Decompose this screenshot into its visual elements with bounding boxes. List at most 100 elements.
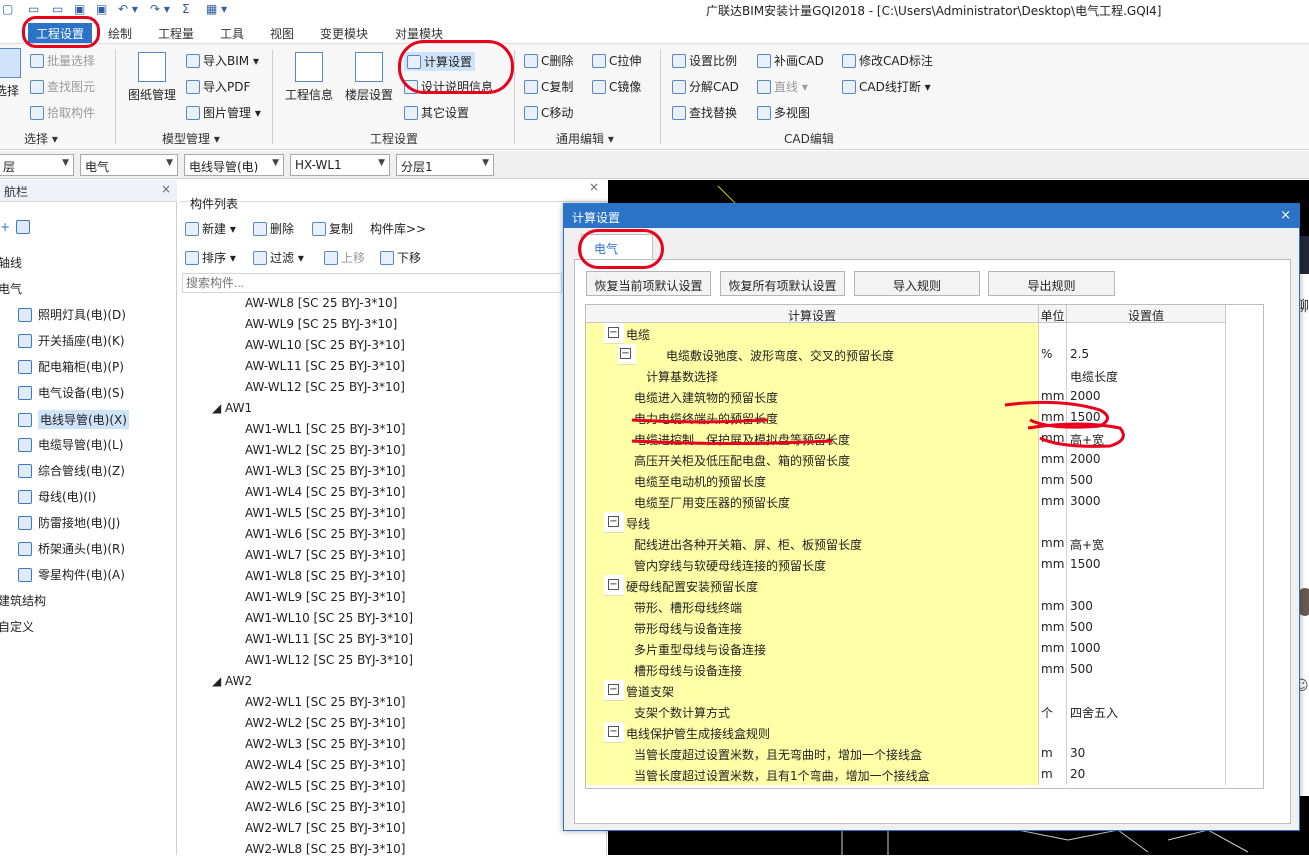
select-button[interactable]: 选择 (0, 48, 22, 99)
delete-component-button[interactable]: 删除 (253, 220, 294, 237)
tree-item[interactable]: AW1-WL2 [SC 25 BYJ-3*10] (245, 443, 405, 457)
settings-row[interactable]: 计算基数选择 电缆长度 (586, 365, 1226, 386)
tree-group[interactable]: ◢ AW2 (212, 674, 252, 688)
c-mirror-button[interactable]: C镜像 (592, 78, 641, 95)
setting-value[interactable]: 2000 (1067, 449, 1226, 470)
import-pdf-button[interactable]: 导入PDF (186, 78, 250, 95)
move-down-button[interactable]: 下移 (380, 249, 421, 266)
import-rules-button[interactable]: 导入规则 (854, 271, 980, 296)
type-select[interactable]: 电线导管(电) ▼ (184, 154, 284, 176)
close-icon[interactable]: × (589, 180, 599, 194)
break-cad-line-button[interactable]: CAD线打断 ▾ (842, 78, 931, 95)
setting-value[interactable]: 高+宽 (1067, 533, 1226, 554)
tree-item[interactable]: AW-WL9 [SC 25 BYJ-3*10] (245, 317, 397, 331)
tree-item[interactable]: AW1-WL8 [SC 25 BYJ-3*10] (245, 569, 405, 583)
edit-group-label[interactable]: 通用编辑 ▾ (556, 130, 614, 147)
tree-item[interactable]: AW-WL8 [SC 25 BYJ-3*10] (245, 296, 397, 310)
find-element-button[interactable]: 查找图元 (30, 78, 95, 95)
nav-item[interactable]: 建筑结构 (0, 592, 46, 609)
settings-row[interactable]: 带形母线与设备连接 mm 500 (586, 617, 1226, 638)
model-group-label[interactable]: 模型管理 ▾ (162, 130, 220, 147)
settings-row[interactable]: − 导线 (586, 512, 1226, 533)
sort-button[interactable]: 排序 ▾ (185, 249, 236, 266)
settings-row[interactable]: 电缆进入建筑物的预留长度 mm 2000 (586, 386, 1226, 407)
layer-select[interactable]: 分层1 ▼ (396, 154, 494, 176)
nav-item[interactable]: 开关插座(电)(K) (18, 332, 125, 349)
export-rules-button[interactable]: 导出规则 (988, 271, 1115, 296)
c-copy-button[interactable]: C复制 (524, 78, 573, 95)
nav-item[interactable]: 电缆导管(电)(L) (18, 436, 123, 453)
tree-item[interactable]: AW2-WL6 [SC 25 BYJ-3*10] (245, 800, 405, 814)
settings-row[interactable]: − 管道支架 (586, 680, 1226, 701)
settings-row[interactable]: − 硬母线配置安装预留长度 (586, 575, 1226, 596)
tree-item[interactable]: AW1-WL7 [SC 25 BYJ-3*10] (245, 548, 405, 562)
new-component-button[interactable]: 新建 ▾ (185, 220, 236, 237)
copy-component-button[interactable]: 复制 (312, 220, 353, 237)
nav-item[interactable]: 零星构件(电)(A) (18, 566, 125, 583)
tree-item[interactable]: AW1-WL3 [SC 25 BYJ-3*10] (245, 464, 405, 478)
setting-value[interactable]: 20 (1067, 764, 1226, 785)
setting-value[interactable] (1067, 680, 1226, 701)
import-bim-button[interactable]: 导入BIM ▾ (186, 52, 259, 69)
collapse-icon[interactable]: − (608, 726, 619, 737)
line-button[interactable]: 直线 ▾ (757, 78, 808, 95)
save-icon[interactable]: ▣ (74, 2, 85, 16)
nav-item[interactable]: 轴线 (0, 254, 22, 271)
setting-value[interactable] (1067, 575, 1226, 596)
setting-value[interactable]: 2.5 (1067, 344, 1226, 365)
c-delete-button[interactable]: C删除 (524, 52, 573, 69)
collapse-icon[interactable]: − (620, 348, 631, 359)
setting-value[interactable]: 300 (1067, 596, 1226, 617)
modify-cad-dimension-button[interactable]: 修改CAD标注 (842, 52, 933, 69)
settings-row[interactable]: 高压开关柜及低压配电盘、箱的预留长度 mm 2000 (586, 449, 1226, 470)
setting-value[interactable]: 500 (1067, 659, 1226, 680)
c-move-button[interactable]: C移动 (524, 104, 573, 121)
nav-item[interactable]: 自定义 (0, 618, 34, 635)
filter-button[interactable]: 过滤 ▾ (253, 249, 304, 266)
setting-value[interactable]: 2000 (1067, 386, 1226, 407)
c-stretch-button[interactable]: C拉伸 (592, 52, 641, 69)
find-replace-button[interactable]: 查找替换 (672, 104, 737, 121)
close-icon[interactable]: × (161, 182, 171, 196)
setting-value[interactable]: 500 (1067, 470, 1226, 491)
tree-item[interactable]: AW2-WL5 [SC 25 BYJ-3*10] (245, 779, 405, 793)
settings-row[interactable]: 配线进出各种开关箱、屏、柜、板预留长度 mm 高+宽 (586, 533, 1226, 554)
setting-value[interactable] (1067, 722, 1226, 743)
tree-group[interactable]: ◢ AW1 (212, 401, 252, 415)
tab-view[interactable]: 视图 (262, 23, 302, 43)
settings-row[interactable]: − 电缆 (586, 323, 1226, 344)
tree-item[interactable]: AW2-WL7 [SC 25 BYJ-3*10] (245, 821, 405, 835)
settings-row[interactable]: 电缆至电动机的预留长度 mm 500 (586, 470, 1226, 491)
explode-cad-button[interactable]: 分解CAD (672, 78, 739, 95)
redraw-cad-button[interactable]: 补画CAD (757, 52, 824, 69)
settings-row[interactable]: 电缆进控制、保护屏及模拟盘等预留长度 mm 高+宽 (586, 428, 1226, 449)
tree-item[interactable]: AW1-WL9 [SC 25 BYJ-3*10] (245, 590, 405, 604)
other-settings-button[interactable]: 其它设置 (404, 104, 469, 121)
setting-value[interactable]: 1500 (1067, 554, 1226, 575)
tree-item[interactable]: AW1-WL11 [SC 25 BYJ-3*10] (245, 632, 413, 646)
batch-select-button[interactable]: 批量选择 (30, 52, 95, 69)
settings-row[interactable]: 带形、槽形母线终端 mm 300 (586, 596, 1226, 617)
component-search-input[interactable] (182, 273, 562, 293)
pick-component-button[interactable]: 拾取构件 (30, 104, 95, 121)
settings-row[interactable]: 当管长度超过设置米数，且有1个弯曲，增加一个接线盒 m 20 (586, 764, 1226, 785)
tree-item[interactable]: AW1-WL5 [SC 25 BYJ-3*10] (245, 506, 405, 520)
tree-item[interactable]: AW1-WL6 [SC 25 BYJ-3*10] (245, 527, 405, 541)
floor-select[interactable]: 层 ▼ (0, 154, 74, 176)
set-scale-button[interactable]: 设置比例 (672, 52, 737, 69)
image-management-button[interactable]: 图片管理 ▾ (186, 104, 261, 121)
setting-value[interactable]: 高+宽 (1067, 428, 1226, 449)
nav-item[interactable]: 母线(电)(I) (18, 488, 96, 505)
tree-item[interactable]: AW-WL11 [SC 25 BYJ-3*10] (245, 359, 405, 373)
tree-item[interactable]: AW1-WL10 [SC 25 BYJ-3*10] (245, 611, 413, 625)
tab-quantities[interactable]: 工程量 (150, 23, 202, 43)
tree-item[interactable]: AW1-WL1 [SC 25 BYJ-3*10] (245, 422, 405, 436)
discipline-select[interactable]: 电气 ▼ (80, 154, 178, 176)
nav-item[interactable]: 电气 (0, 280, 22, 297)
setting-value[interactable]: 1500 (1067, 407, 1226, 428)
settings-row[interactable]: − 电缆敷设弛度、波形弯度、交叉的预留长度% 2.5 (586, 344, 1226, 365)
setting-value[interactable] (1067, 323, 1226, 344)
new-file-icon[interactable]: ▭ (28, 2, 39, 16)
tree-item[interactable]: AW-WL12 [SC 25 BYJ-3*10] (245, 380, 405, 394)
setting-value[interactable] (1067, 512, 1226, 533)
